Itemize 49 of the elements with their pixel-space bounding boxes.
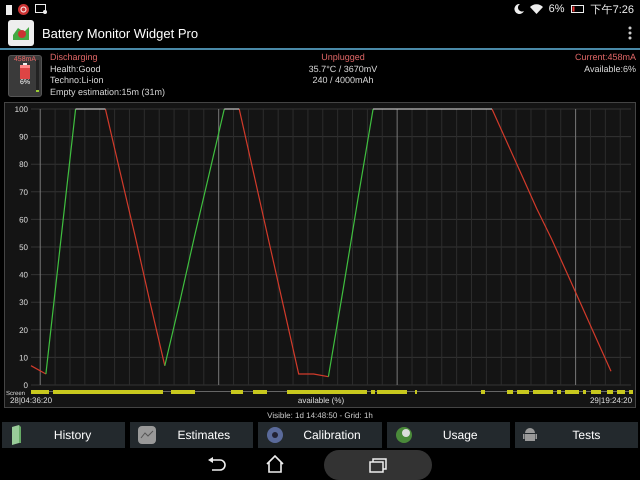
battery-icon [6, 4, 12, 14]
nav-button[interactable]: History [2, 422, 126, 448]
axis-label: 30 [19, 298, 28, 308]
time-label: 28|04:36:20 [10, 396, 52, 405]
clock: 下午7:26 [590, 2, 634, 16]
screen-icon [35, 4, 47, 14]
nav-button[interactable]: Calibration [258, 422, 382, 448]
axis-label: 100 [14, 105, 28, 114]
app-icon [8, 20, 34, 46]
axis-label: 90 [19, 132, 28, 142]
moon-icon [514, 4, 524, 14]
axis-label: 80 [19, 160, 28, 170]
axis-label: 70 [19, 188, 28, 197]
visible-range-text: Visible: 1d 14:48:50 - Grid: 1h [267, 411, 373, 420]
time-label: 29|19:24:20 [590, 396, 632, 405]
axis-label: 40 [19, 270, 28, 280]
nav-button[interactable]: Tests [514, 422, 638, 448]
recents-button[interactable] [324, 450, 432, 480]
status-text: Current:458mA [574, 52, 636, 64]
axis-label: 60 [19, 215, 28, 224]
battery-percent: 6% [548, 3, 565, 15]
nav-button[interactable]: Usage [386, 422, 510, 448]
home-icon[interactable] [266, 455, 284, 473]
axis-label: 50 [19, 243, 28, 252]
info-text: Health:Good [50, 64, 101, 75]
chart-icon [138, 426, 156, 444]
nav-button[interactable]: Estimates [130, 422, 254, 448]
back-icon[interactable] [208, 457, 226, 471]
disc-icon [266, 426, 284, 444]
axis-label: 0 [24, 381, 28, 390]
battery-icon [570, 5, 585, 13]
book-icon [10, 425, 22, 445]
info-text: Available:6% [584, 64, 636, 75]
recents-icon [369, 458, 387, 472]
axis-label: 10 [19, 353, 28, 362]
info-text: 240 / 4000mAh [312, 75, 374, 86]
battery-icon [20, 63, 30, 79]
status-text: Discharging [50, 52, 98, 64]
sphere-icon [394, 426, 413, 444]
axis-title: available (%) [298, 396, 344, 405]
info-text: 35.7°C / 3670mV [308, 64, 378, 75]
info-text: Empty estimation:15m (31m) [50, 86, 166, 98]
info-text: Techno:Li-ion [50, 75, 104, 86]
app-title: Battery Monitor Widget Pro [42, 26, 200, 40]
axis-label: 20 [19, 326, 28, 335]
status-text: Unplugged [321, 52, 365, 64]
overflow-menu-icon[interactable] [628, 26, 632, 40]
wifi-icon [530, 4, 543, 14]
robot-icon [522, 427, 537, 443]
